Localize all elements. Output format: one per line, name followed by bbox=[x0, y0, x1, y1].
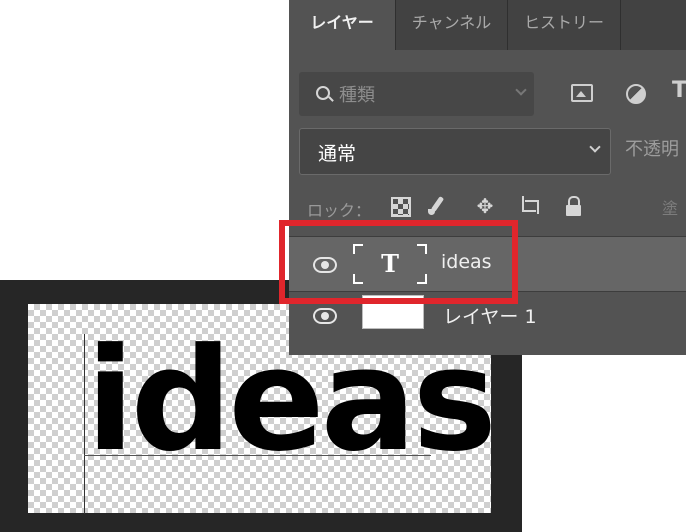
fill-label: 塗 bbox=[662, 199, 679, 218]
blend-mode-value: 通常 bbox=[318, 143, 357, 165]
adjustment-filter-icon[interactable] bbox=[626, 84, 646, 104]
layer-name[interactable]: レイヤー 1 bbox=[443, 302, 537, 329]
chevron-down-icon bbox=[515, 84, 527, 96]
artboard-lock-icon[interactable] bbox=[519, 196, 539, 216]
tab-channels[interactable]: チャンネル bbox=[396, 0, 508, 50]
text-baseline bbox=[84, 455, 431, 456]
lock-label: ロック： bbox=[307, 201, 372, 220]
blend-mode-select[interactable]: 通常 bbox=[299, 128, 611, 175]
lock-all-icon[interactable] bbox=[564, 196, 584, 216]
highlight-box bbox=[279, 220, 518, 304]
lock-position-icon[interactable]: ✥ bbox=[475, 196, 495, 216]
lock-image-pixels-icon[interactable] bbox=[427, 196, 447, 216]
visibility-eye-icon[interactable] bbox=[313, 308, 337, 324]
opacity-label: 不透明 bbox=[625, 139, 679, 160]
filter-kind-label: 種類 bbox=[339, 85, 375, 106]
type-filter-icon[interactable]: T bbox=[672, 78, 686, 103]
image-filter-icon[interactable] bbox=[571, 84, 593, 102]
panel-tabs: レイヤー チャンネル ヒストリー bbox=[289, 0, 686, 50]
lock-transparent-pixels-icon[interactable] bbox=[391, 197, 411, 217]
chevron-down-icon bbox=[589, 141, 601, 153]
text-cursor bbox=[84, 334, 85, 514]
tab-layers[interactable]: レイヤー bbox=[289, 0, 396, 50]
search-icon bbox=[316, 86, 330, 100]
layer-kind-filter[interactable]: 種類 bbox=[299, 72, 534, 116]
tab-history[interactable]: ヒストリー bbox=[508, 0, 621, 50]
